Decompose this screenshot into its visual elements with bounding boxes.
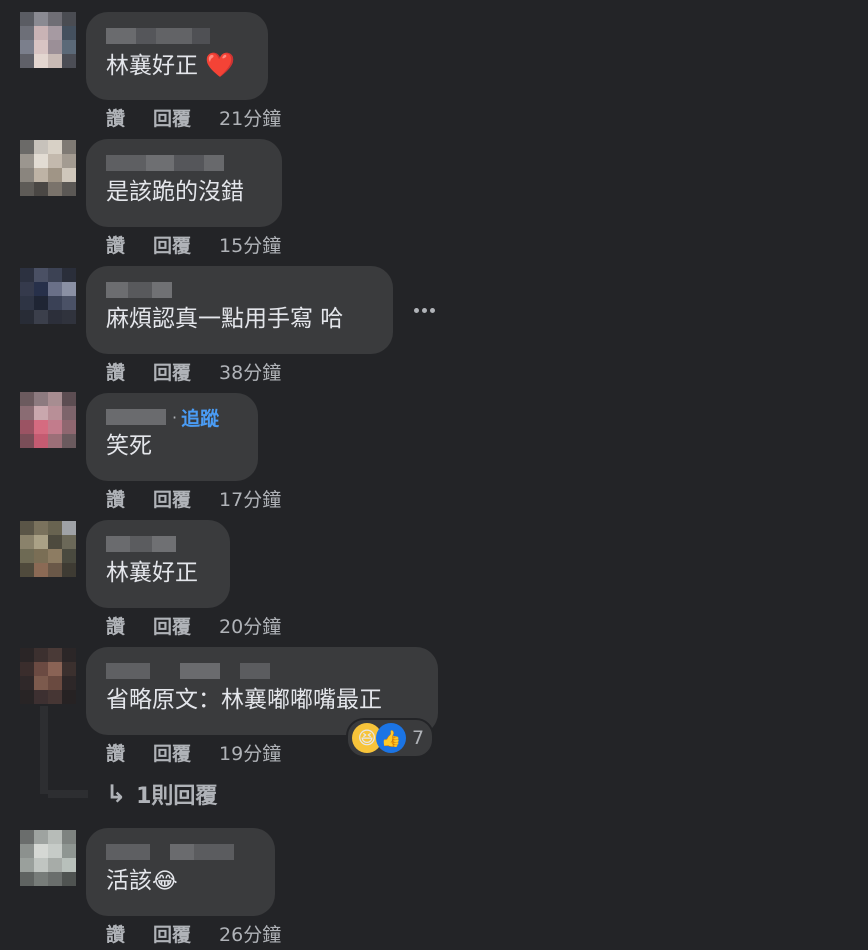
timestamp[interactable]: 38分鐘 bbox=[219, 358, 281, 385]
comment-actions: 讚 回覆 15分鐘 bbox=[106, 231, 281, 258]
avatar[interactable] bbox=[20, 392, 76, 448]
author-name-redacted[interactable] bbox=[106, 282, 373, 298]
author-name-redacted[interactable] bbox=[106, 536, 210, 552]
author-name-redacted[interactable] bbox=[106, 155, 262, 171]
separator-dot: · bbox=[172, 407, 178, 427]
comment-actions: 讚 回覆 21分鐘 bbox=[106, 104, 281, 131]
reply-button[interactable]: 回覆 bbox=[153, 231, 191, 258]
reply-button[interactable]: 回覆 bbox=[153, 485, 191, 512]
reply-arrow-icon: ↳ bbox=[106, 780, 127, 808]
author-name-redacted[interactable] bbox=[106, 409, 166, 425]
comment-text: 省略原文：林襄嘟嘟嘴最正 bbox=[106, 687, 382, 713]
more-options-icon[interactable] bbox=[414, 305, 438, 315]
author-name-redacted[interactable] bbox=[106, 844, 255, 860]
like-thumb-icon: 👍 bbox=[376, 723, 406, 753]
comment-actions: 讚 回覆 19分鐘 bbox=[106, 739, 281, 766]
comment-actions: 讚 回覆 20分鐘 bbox=[106, 612, 281, 639]
comment-actions: 讚 回覆 17分鐘 bbox=[106, 485, 281, 512]
reply-button[interactable]: 回覆 bbox=[153, 739, 191, 766]
comment-actions: 讚 回覆 38分鐘 bbox=[106, 358, 281, 385]
view-replies-label: 1則回覆 bbox=[136, 784, 218, 809]
like-button[interactable]: 讚 bbox=[106, 231, 125, 258]
tears-of-joy-emoji-icon: 😂 bbox=[152, 869, 178, 894]
heart-icon: ❤️ bbox=[205, 51, 236, 79]
author-name-redacted[interactable] bbox=[106, 28, 248, 44]
timestamp[interactable]: 17分鐘 bbox=[219, 485, 281, 512]
like-button[interactable]: 讚 bbox=[106, 358, 125, 385]
comment-bubble: 林襄好正 ❤️ bbox=[86, 12, 268, 100]
reply-button[interactable]: 回覆 bbox=[153, 612, 191, 639]
view-replies-link[interactable]: ↳ 1則回覆 bbox=[106, 778, 217, 810]
reply-button[interactable]: 回覆 bbox=[153, 358, 191, 385]
comment-bubble: 林襄好正 bbox=[86, 520, 230, 608]
timestamp[interactable]: 21分鐘 bbox=[219, 104, 281, 131]
comment-text: 麻煩認真一點用手寫 哈 bbox=[106, 306, 344, 332]
avatar[interactable] bbox=[20, 12, 76, 68]
comment-text: 林襄好正 bbox=[106, 53, 198, 79]
comment-text: 笑死 bbox=[106, 433, 152, 459]
timestamp[interactable]: 20分鐘 bbox=[219, 612, 281, 639]
timestamp[interactable]: 15分鐘 bbox=[219, 231, 281, 258]
reply-button[interactable]: 回覆 bbox=[153, 104, 191, 131]
avatar[interactable] bbox=[20, 648, 76, 704]
like-button[interactable]: 讚 bbox=[106, 612, 125, 639]
reaction-count: 7 bbox=[412, 727, 425, 749]
author-name-redacted[interactable] bbox=[106, 663, 418, 679]
follow-button[interactable]: 追蹤 bbox=[181, 404, 219, 431]
like-button[interactable]: 讚 bbox=[106, 920, 125, 947]
avatar[interactable] bbox=[20, 521, 76, 577]
avatar[interactable] bbox=[20, 268, 76, 324]
timestamp[interactable]: 26分鐘 bbox=[219, 920, 281, 947]
comment-bubble: 活該😂 bbox=[86, 828, 275, 916]
comment-bubble: · 追蹤 笑死 bbox=[86, 393, 258, 481]
reactions-summary[interactable]: 😆 👍 7 bbox=[346, 718, 435, 758]
timestamp[interactable]: 19分鐘 bbox=[219, 739, 281, 766]
like-button[interactable]: 讚 bbox=[106, 104, 125, 131]
avatar[interactable] bbox=[20, 830, 76, 886]
comment-text: 林襄好正 bbox=[106, 560, 198, 586]
like-button[interactable]: 讚 bbox=[106, 739, 125, 766]
comment-text: 是該跪的沒錯 bbox=[106, 179, 244, 205]
avatar[interactable] bbox=[20, 140, 76, 196]
reply-thread-line bbox=[48, 790, 88, 798]
reply-button[interactable]: 回覆 bbox=[153, 920, 191, 947]
like-button[interactable]: 讚 bbox=[106, 485, 125, 512]
comment-bubble: 是該跪的沒錯 bbox=[86, 139, 282, 227]
reply-thread-line bbox=[40, 706, 48, 794]
comment-bubble: 麻煩認真一點用手寫 哈 bbox=[86, 266, 393, 354]
comment-text: 活該 bbox=[106, 868, 152, 894]
comment-actions: 讚 回覆 26分鐘 bbox=[106, 920, 281, 947]
comment-feed: 林襄好正 ❤️ 讚 回覆 21分鐘 是該跪的沒錯 讚 回覆 15分鐘 麻煩認真一… bbox=[0, 0, 868, 950]
